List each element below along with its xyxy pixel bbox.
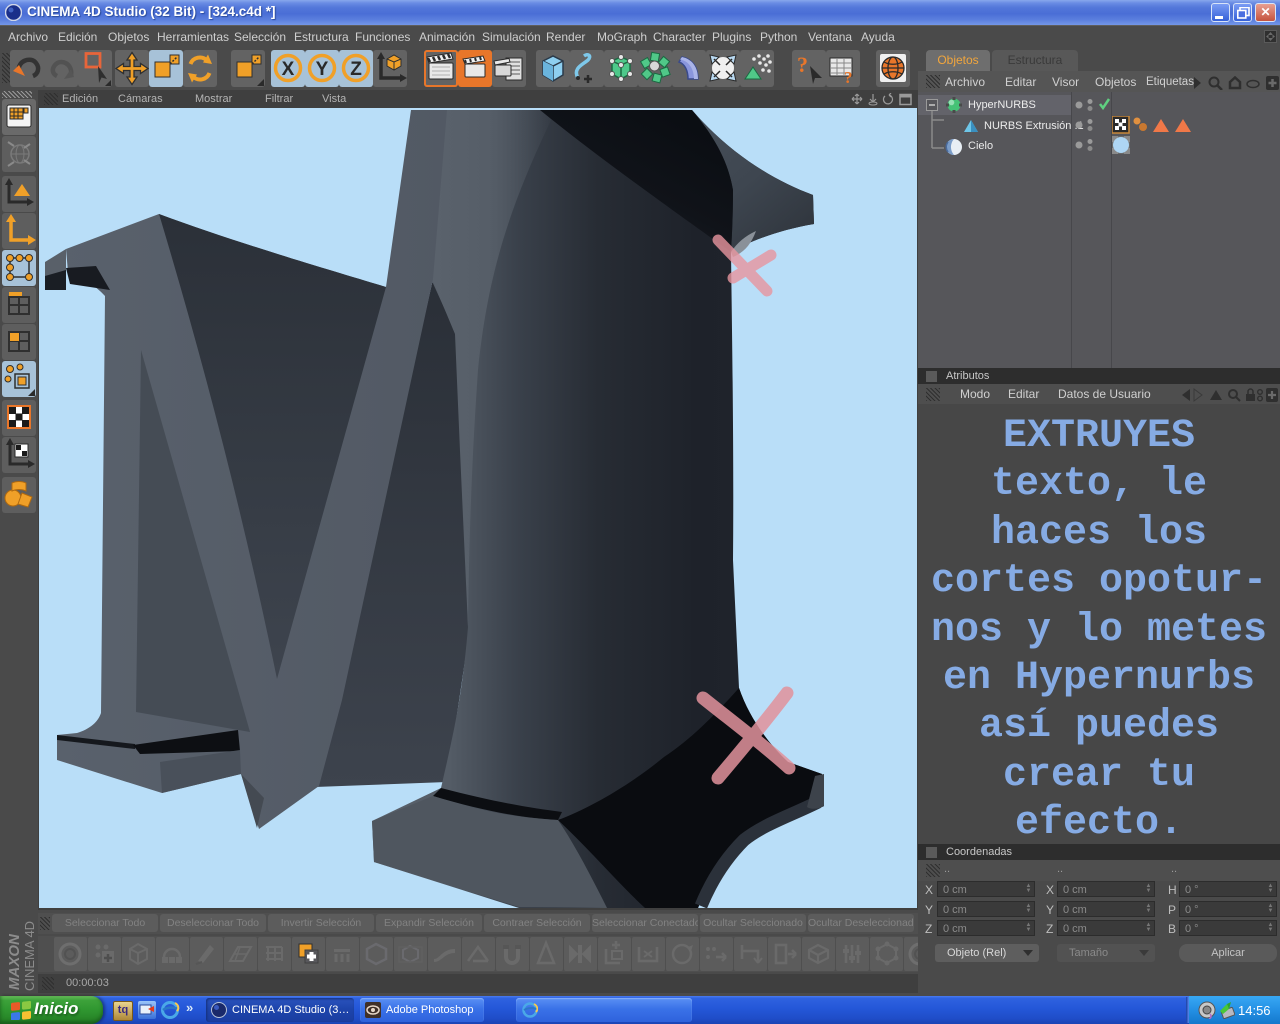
svg-text:X: X — [282, 59, 295, 80]
svg-text:?: ? — [797, 52, 808, 77]
svg-text:Y: Y — [316, 59, 329, 80]
svg-text:MAXON: MAXON — [6, 933, 23, 990]
svg-text:Z: Z — [350, 59, 362, 80]
svg-text:?: ? — [844, 68, 853, 87]
svg-text:CINEMA 4D: CINEMA 4D — [22, 921, 37, 991]
